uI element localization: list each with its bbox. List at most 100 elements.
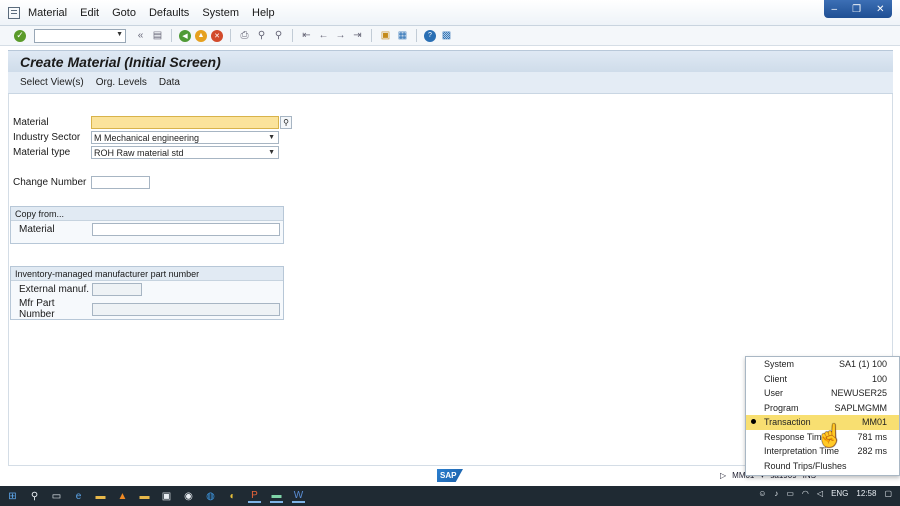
back-icon[interactable]: ◀ (179, 29, 191, 42)
windows-start-icon[interactable]: ⊞ (6, 490, 19, 503)
popup-key: Response Time (764, 431, 827, 442)
menu-system[interactable]: System (202, 7, 239, 19)
notification-icon[interactable]: ▢ (884, 489, 892, 498)
toolbar-separator (171, 29, 172, 42)
material-type-value: ROH Raw material std (94, 147, 184, 158)
app-icon[interactable]: ▣ (160, 490, 173, 503)
command-field[interactable]: ▼ (34, 28, 126, 43)
shortcut-icon[interactable]: ▦ (396, 29, 409, 42)
folder-icon[interactable]: ▬ (138, 490, 151, 503)
microphone-icon[interactable]: ♪ (774, 489, 778, 498)
prev-page-icon[interactable]: ← (317, 29, 330, 42)
popup-key: Program (764, 402, 799, 413)
clock[interactable]: 12:58 (856, 489, 876, 498)
word-icon[interactable]: W (292, 490, 305, 503)
last-page-icon[interactable]: ⇥ (351, 29, 364, 42)
file-explorer-icon[interactable]: ▬ (94, 490, 107, 503)
search-icon[interactable]: ⚲ (28, 490, 41, 503)
people-icon[interactable]: ☺ (758, 489, 766, 498)
industry-sector-value: M Mechanical engineering (94, 132, 200, 143)
popup-row-system[interactable]: System SA1 (1) 100 (746, 357, 899, 372)
popup-row-program[interactable]: Program SAPLMGMM (746, 401, 899, 416)
help-icon[interactable]: ? (424, 29, 436, 42)
maximize-icon[interactable]: ❐ (852, 4, 861, 15)
material-type-select[interactable]: ROH Raw material std ▼ (91, 146, 279, 159)
material-label: Material (13, 117, 49, 128)
mfr-part-number-label: Mfr Part Number (19, 298, 55, 320)
external-manuf-input[interactable] (92, 283, 142, 296)
battery-icon[interactable]: ▭ (786, 489, 794, 498)
windows-taskbar: ⊞ ⚲ ▭ e ▬ ▲ ▬ ▣ ◉ ◍ ◐ P ▬ W ☺ ♪ ▭ ◠ ◁ EN… (0, 486, 900, 506)
globe-icon[interactable]: ◍ (204, 490, 217, 503)
popup-row-round-trips[interactable]: Round Trips/Flushes (746, 459, 899, 474)
chevron-down-icon[interactable]: ▼ (116, 31, 123, 38)
copy-from-group: Copy from... Material (10, 206, 284, 244)
close-icon[interactable]: ✕ (876, 4, 884, 15)
copy-material-input[interactable] (92, 223, 280, 236)
menu-goto[interactable]: Goto (112, 7, 136, 19)
find-icon[interactable]: ⚲ (255, 29, 268, 42)
window-controls: – ❐ ✕ (824, 0, 892, 18)
org-levels-button[interactable]: Org. Levels (96, 77, 147, 88)
check-icon[interactable]: ✓ (14, 29, 26, 42)
selected-bullet-icon (751, 419, 756, 424)
collapse-icon[interactable]: « (134, 29, 147, 42)
popup-value: 100 (871, 373, 887, 384)
mfr-part-number-input[interactable] (92, 302, 280, 316)
copy-material-label: Material (19, 224, 55, 235)
change-number-label: Change Number (13, 177, 87, 188)
screen-title-bar: Create Material (Initial Screen) (8, 50, 893, 72)
industry-sector-select[interactable]: M Mechanical engineering ▼ (91, 131, 279, 144)
play-icon[interactable]: ▷ (720, 471, 726, 480)
copy-from-title: Copy from... (11, 207, 283, 221)
new-session-icon[interactable]: ▣ (379, 29, 392, 42)
search-help-icon[interactable]: ⚲ (280, 116, 292, 129)
standard-toolbar: ✓ ▼ « ▤ ◀ ▲ ✕ ⎙ ⚲ ⚲ ⇤ ← → ⇥ ▣ ▦ ? ▩ (0, 26, 900, 46)
language-indicator[interactable]: ENG (831, 489, 848, 498)
popup-row-client[interactable]: Client 100 (746, 372, 899, 387)
toolbar-separator (371, 29, 372, 42)
material-input[interactable] (91, 116, 279, 129)
cancel-icon[interactable]: ✕ (211, 29, 223, 42)
menu-help[interactable]: Help (252, 7, 275, 19)
data-button[interactable]: Data (159, 77, 180, 88)
change-number-input[interactable] (91, 176, 150, 189)
exit-icon[interactable]: ▲ (195, 29, 207, 42)
powerpoint-icon[interactable]: P (248, 490, 261, 503)
popup-value: MM01 (861, 417, 887, 428)
toolbar-separator (292, 29, 293, 42)
popup-row-user[interactable]: User NEWUSER25 (746, 386, 899, 401)
first-page-icon[interactable]: ⇤ (300, 29, 313, 42)
industry-row: Industry Sector M Mechanical engineering… (13, 131, 279, 144)
mfr-part-row: Mfr Part Number (19, 298, 280, 320)
menu-icon[interactable] (8, 6, 20, 19)
print-icon[interactable]: ⎙ (238, 29, 251, 42)
material-row: Material ⚲ (13, 116, 292, 129)
find-next-icon[interactable]: ⚲ (272, 29, 285, 42)
save-icon[interactable]: ▤ (151, 29, 164, 42)
copy-material-row: Material (19, 223, 280, 236)
minimize-icon[interactable]: – (832, 4, 838, 15)
chevron-down-icon[interactable]: ▼ (268, 134, 275, 141)
chevron-down-icon[interactable]: ▼ (268, 149, 275, 156)
task-view-icon[interactable]: ▭ (50, 490, 63, 503)
sap-gui-icon[interactable]: ▬ (270, 490, 283, 503)
chrome-icon[interactable]: ◐ (226, 490, 239, 503)
page-title: Create Material (Initial Screen) (20, 53, 221, 70)
edge-icon[interactable]: e (72, 490, 85, 503)
wifi-icon[interactable]: ◠ (802, 489, 809, 498)
volume-icon[interactable]: ◁ (817, 489, 823, 498)
layout-icon[interactable]: ▩ (440, 29, 453, 42)
menu-edit[interactable]: Edit (80, 7, 99, 19)
vlc-icon[interactable]: ▲ (116, 490, 129, 503)
select-views-button[interactable]: Select View(s) (20, 77, 84, 88)
hand-cursor-icon: ☝ (816, 423, 844, 448)
next-page-icon[interactable]: → (334, 29, 347, 42)
popup-value: SA1 (1) 100 (838, 359, 887, 370)
toolbar-separator (230, 29, 231, 42)
camera-icon[interactable]: ◉ (182, 490, 195, 503)
industry-sector-label: Industry Sector (13, 132, 81, 143)
menu-material[interactable]: Material (28, 7, 67, 19)
system-tray: ☺ ♪ ▭ ◠ ◁ ENG 12:58 ▢ (758, 489, 892, 498)
menu-defaults[interactable]: Defaults (149, 7, 189, 19)
